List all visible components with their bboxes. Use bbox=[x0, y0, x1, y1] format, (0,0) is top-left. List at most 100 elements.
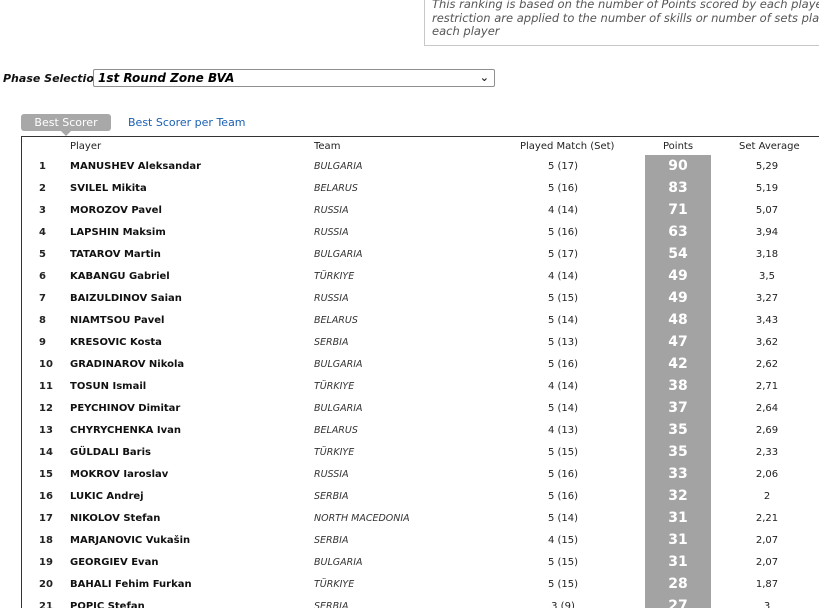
table-row: 11 TOSUN Ismail TÜRKIYE 4 (14) 38 2,71 bbox=[22, 376, 819, 398]
table-row: 19 GEORGIEV Evan BULGARIA 5 (15) 31 2,07 bbox=[22, 552, 819, 574]
rank-cell: 3 bbox=[39, 205, 46, 216]
team-name: SERBIA bbox=[314, 337, 349, 348]
set-average: 3,43 bbox=[755, 315, 779, 326]
rank-cell: 9 bbox=[39, 337, 46, 348]
played-matches: 4 (14) bbox=[547, 271, 579, 282]
points-value: 83 bbox=[668, 180, 688, 196]
set-average: 2,06 bbox=[755, 469, 779, 480]
played-matches: 5 (14) bbox=[547, 513, 579, 524]
set-average: 5,07 bbox=[755, 205, 779, 216]
set-average: 2,21 bbox=[755, 513, 779, 524]
table-row: 5 TATAROV Martin BULGARIA 5 (17) 54 3,18 bbox=[22, 244, 819, 266]
points-value: 33 bbox=[668, 466, 688, 482]
played-matches: 5 (17) bbox=[547, 161, 579, 172]
points-value: 31 bbox=[668, 532, 688, 548]
team-name: SERBIA bbox=[314, 535, 349, 546]
played-matches: 5 (15) bbox=[547, 293, 579, 304]
rank-cell: 6 bbox=[39, 271, 46, 282]
rank-cell: 19 bbox=[39, 557, 53, 568]
table-row: 6 KABANGU Gabriel TÜRKIYE 4 (14) 49 3,5 bbox=[22, 266, 819, 288]
chevron-down-icon: ⌄ bbox=[479, 71, 489, 84]
team-name: TÜRKIYE bbox=[314, 271, 355, 282]
points-value: 37 bbox=[668, 400, 688, 416]
player-name: MOKROV Iaroslav bbox=[70, 469, 169, 480]
player-name: TATAROV Martin bbox=[70, 249, 161, 260]
table-row: 20 BAHALI Fehim Furkan TÜRKIYE 5 (15) 28 1,87 bbox=[22, 574, 819, 596]
set-average: 2 bbox=[763, 491, 771, 502]
set-average: 1,87 bbox=[755, 579, 779, 590]
played-matches: 5 (14) bbox=[547, 315, 579, 326]
set-average: 3,62 bbox=[755, 337, 779, 348]
phase-select[interactable]: 1st Round Zone BVA ⌄ bbox=[93, 69, 495, 87]
played-matches: 4 (13) bbox=[547, 425, 579, 436]
set-average: 5,29 bbox=[755, 161, 779, 172]
points-value: 35 bbox=[668, 444, 688, 460]
player-name: LAPSHIN Maksim bbox=[70, 227, 166, 238]
team-name: TÜRKIYE bbox=[314, 381, 355, 392]
player-name: PEYCHINOV Dimitar bbox=[70, 403, 181, 414]
team-name: RUSSIA bbox=[314, 293, 349, 304]
played-matches: 5 (16) bbox=[547, 491, 579, 502]
team-name: SERBIA bbox=[314, 491, 349, 502]
points-value: 49 bbox=[668, 290, 688, 306]
points-value: 47 bbox=[668, 334, 688, 350]
played-matches: 5 (16) bbox=[547, 227, 579, 238]
table-row: 8 NIAMTSOU Pavel BELARUS 5 (14) 48 3,43 bbox=[22, 310, 819, 332]
rank-cell: 20 bbox=[39, 579, 53, 590]
played-matches: 4 (14) bbox=[547, 381, 579, 392]
table-row: 9 KRESOVIC Kosta SERBIA 5 (13) 47 3,62 bbox=[22, 332, 819, 354]
header-set-average: Set Average bbox=[739, 141, 800, 152]
table-row: 13 CHYRYCHENKA Ivan BELARUS 4 (13) 35 2,69 bbox=[22, 420, 819, 442]
team-name: RUSSIA bbox=[314, 227, 349, 238]
set-average: 3,94 bbox=[755, 227, 779, 238]
header-played: Played Match (Set) bbox=[520, 141, 615, 152]
player-name: CHYRYCHENKA Ivan bbox=[70, 425, 181, 436]
played-matches: 5 (16) bbox=[547, 359, 579, 370]
rank-cell: 17 bbox=[39, 513, 53, 524]
played-matches: 5 (16) bbox=[547, 183, 579, 194]
points-value: 42 bbox=[668, 356, 688, 372]
header-points: Points bbox=[663, 141, 694, 152]
table-row: 15 MOKROV Iaroslav RUSSIA 5 (16) 33 2,06 bbox=[22, 464, 819, 486]
rank-cell: 21 bbox=[39, 601, 53, 608]
rank-cell: 14 bbox=[39, 447, 53, 458]
set-average: 2,07 bbox=[755, 535, 779, 546]
set-average: 2,62 bbox=[755, 359, 779, 370]
best-scorer-table: Player Team Played Match (Set) Points Se… bbox=[21, 136, 819, 608]
table-row: 1 MANUSHEV Aleksandar BULGARIA 5 (17) 90 5,29 bbox=[22, 156, 819, 178]
set-average: 3,5 bbox=[759, 271, 775, 282]
points-value: 27 bbox=[668, 598, 688, 608]
table-row: 14 GÜLDALI Baris TÜRKIYE 5 (15) 35 2,33 bbox=[22, 442, 819, 464]
team-name: BULGARIA bbox=[314, 557, 363, 568]
team-name: BULGARIA bbox=[314, 359, 363, 370]
phase-selection-label: Phase Selection bbox=[3, 72, 102, 85]
rank-cell: 1 bbox=[39, 161, 46, 172]
team-name: BELARUS bbox=[314, 183, 358, 194]
info-line-1: This ranking is based on the number of P… bbox=[432, 0, 819, 11]
header-player: Player bbox=[70, 141, 102, 152]
table-row: 18 MARJANOVIC Vukašin SERBIA 4 (15) 31 2,07 bbox=[22, 530, 819, 552]
points-value: 90 bbox=[668, 158, 688, 174]
table-row: 21 POPIC Stefan SERBIA 3 (9) 27 3 bbox=[22, 596, 819, 608]
set-average: 3,27 bbox=[755, 293, 779, 304]
table-row: 7 BAIZULDINOV Saian RUSSIA 5 (15) 49 3,27 bbox=[22, 288, 819, 310]
team-name: BULGARIA bbox=[314, 249, 363, 260]
player-name: BAIZULDINOV Saian bbox=[70, 293, 182, 304]
played-matches: 5 (15) bbox=[547, 447, 579, 458]
set-average: 2,69 bbox=[755, 425, 779, 436]
points-value: 28 bbox=[668, 576, 688, 592]
team-name: BULGARIA bbox=[314, 161, 363, 172]
phase-select-value: 1st Round Zone BVA bbox=[98, 71, 235, 85]
player-name: MARJANOVIC Vukašin bbox=[70, 535, 191, 546]
tab-best-scorer[interactable]: Best Scorer bbox=[21, 114, 111, 136]
played-matches: 5 (17) bbox=[547, 249, 579, 260]
set-average: 2,71 bbox=[755, 381, 779, 392]
table-row: 4 LAPSHIN Maksim RUSSIA 5 (16) 63 3,94 bbox=[22, 222, 819, 244]
tab-best-scorer-per-team[interactable]: Best Scorer per Team bbox=[128, 116, 246, 129]
points-value: 31 bbox=[668, 554, 688, 570]
rank-cell: 4 bbox=[39, 227, 46, 238]
team-name: TÜRKIYE bbox=[314, 579, 355, 590]
points-value: 31 bbox=[668, 510, 688, 526]
played-matches: 5 (15) bbox=[547, 557, 579, 568]
team-name: BELARUS bbox=[314, 315, 358, 326]
